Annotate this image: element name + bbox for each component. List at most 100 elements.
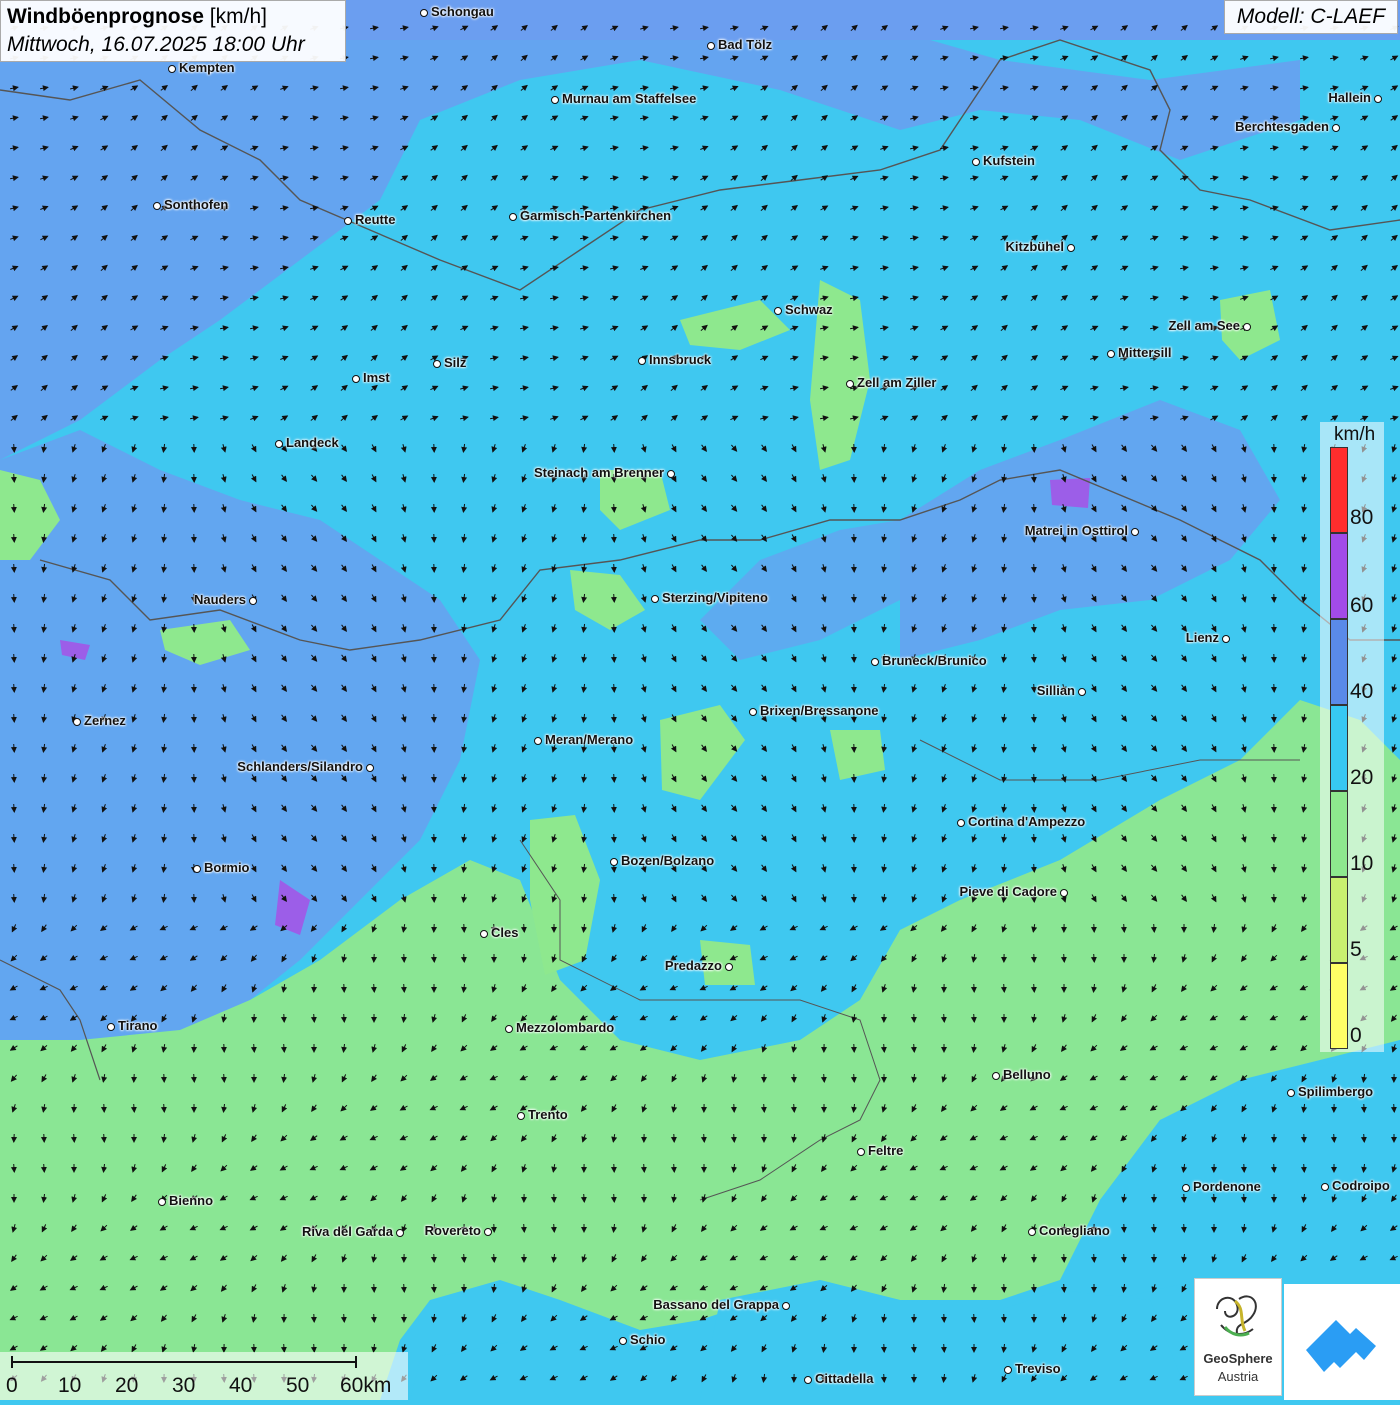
legend-bar-5	[1330, 877, 1348, 963]
city-label-schio: Schio	[630, 1332, 665, 1347]
wind-arrow	[1094, 954, 1095, 962]
city-marker-hallein	[1374, 95, 1382, 103]
scale-label-20: 20	[115, 1374, 138, 1398]
scale-label-10: 10	[58, 1374, 81, 1398]
city-label-garmisch-partenkirchen: Garmisch-Partenkirchen	[520, 208, 671, 223]
city-marker-schongau	[420, 9, 428, 17]
wind-arrow	[614, 804, 615, 812]
wind-arrow	[1004, 1314, 1005, 1322]
wind-arrow	[1214, 1194, 1215, 1202]
wind-arrow	[1394, 1104, 1395, 1112]
city-label-sterzing-vipiteno: Sterzing/Vipiteno	[662, 590, 768, 605]
legend-bar-0	[1330, 963, 1348, 1049]
city-marker-bassano-del-grappa	[782, 1302, 790, 1310]
wind-arrow	[1094, 1254, 1095, 1262]
legend-tick-10: 10	[1350, 852, 1373, 876]
city-label-schlanders-silandro: Schlanders/Silandro	[237, 759, 363, 774]
wind-arrow	[314, 1014, 315, 1022]
city-marker-meran-merano	[534, 737, 542, 745]
city-marker-conegliano	[1028, 1228, 1036, 1236]
city-label-sillian: Sillian	[1037, 683, 1075, 698]
city-label-treviso: Treviso	[1015, 1361, 1061, 1376]
scale-label-60km: 60km	[340, 1374, 391, 1398]
wind-arrow	[1034, 594, 1035, 602]
geosphere-emblem-icon	[1195, 1279, 1281, 1349]
wind-arrow	[614, 1194, 615, 1202]
wind-arrow	[44, 1164, 45, 1172]
city-marker-mezzolombardo	[505, 1025, 513, 1033]
wind-arrow	[404, 1284, 405, 1292]
city-marker-nauders	[249, 597, 257, 605]
city-marker-schlanders-silandro	[366, 764, 374, 772]
city-marker-feltre	[857, 1148, 865, 1156]
city-marker-cittadella	[804, 1376, 812, 1384]
city-label-zell-am-see: Zell am See	[1168, 318, 1240, 333]
city-marker-lienz	[1222, 635, 1230, 643]
wind-arrow	[524, 924, 525, 932]
city-marker-predazzo	[725, 963, 733, 971]
wind-arrow	[1154, 924, 1155, 932]
wind-arrow	[554, 1224, 555, 1232]
geosphere-logo[interactable]: GeoSphere Austria	[1194, 1278, 1282, 1396]
wind-arrow	[1034, 774, 1035, 782]
wind-arrow	[14, 474, 15, 482]
wind-arrow	[1034, 804, 1035, 812]
city-label-tirano: Tirano	[118, 1018, 158, 1033]
wind-arrow	[14, 534, 15, 542]
city-label-bad-t-lz: Bad Tölz	[718, 37, 772, 52]
wind-arrow	[1034, 504, 1035, 512]
wind-arrow	[614, 534, 615, 542]
city-label-bozen-bolzano: Bozen/Bolzano	[621, 853, 714, 868]
wind-arrow	[1034, 654, 1035, 662]
wind-arrow	[1274, 1164, 1275, 1172]
city-label-steinach-am-brenner: Steinach am Brenner	[534, 465, 664, 480]
wind-arrow	[284, 1344, 285, 1352]
wind-arrow	[524, 1224, 525, 1232]
legend-bar-80	[1330, 447, 1348, 533]
wind-arrow	[1004, 984, 1005, 992]
wind-arrow	[1304, 1164, 1305, 1172]
wind-arrow	[974, 1014, 975, 1022]
wind-arrow	[1034, 624, 1035, 632]
wind-arrow	[674, 1164, 675, 1172]
city-marker-pordenone	[1182, 1184, 1190, 1192]
cloud-mountain-icon	[1284, 1284, 1400, 1400]
city-marker-bruneck-brunico	[871, 658, 879, 666]
legend-tick-80: 80	[1350, 506, 1373, 530]
city-label-codroipo: Codroipo	[1332, 1178, 1390, 1193]
wind-arrow	[14, 804, 15, 812]
city-marker-berchtesgaden	[1332, 124, 1340, 132]
city-marker-sonthofen	[153, 202, 161, 210]
city-label-bormio: Bormio	[204, 860, 250, 875]
city-label-silz: Silz	[444, 355, 466, 370]
city-marker-belluno	[992, 1072, 1000, 1080]
city-marker-spilimbergo	[1287, 1089, 1295, 1097]
city-marker-matrei-in-osttirol	[1131, 528, 1139, 536]
city-marker-kitzb-hel	[1067, 244, 1075, 252]
wind-arrow	[1034, 714, 1035, 722]
wind-arrow	[314, 1344, 315, 1352]
city-marker-innsbruck	[638, 357, 646, 365]
wind-arrow	[944, 1014, 945, 1022]
city-marker-pieve-di-cadore	[1060, 889, 1068, 897]
city-label-cortina-d-ampezzo: Cortina d'Ampezzo	[968, 814, 1085, 829]
city-marker-steinach-am-brenner	[667, 470, 675, 478]
city-label-schongau: Schongau	[431, 4, 494, 19]
city-marker-garmisch-partenkirchen	[509, 213, 517, 221]
model-label: Modell: C-LAEF	[1224, 0, 1398, 34]
wind-arrow	[14, 444, 15, 452]
city-label-bassano-del-grappa: Bassano del Grappa	[653, 1297, 779, 1312]
wind-arrow	[1034, 474, 1035, 482]
city-label-bruneck-brunico: Bruneck/Brunico	[882, 653, 987, 668]
wind-arrow	[284, 1044, 285, 1052]
wind-arrow	[194, 1074, 195, 1082]
wind-arrow	[74, 1134, 75, 1142]
wind-arrow	[14, 744, 15, 752]
wind-arrow	[224, 1074, 225, 1082]
wind-arrow	[14, 684, 15, 692]
city-marker-murnau-am-staffelsee	[551, 96, 559, 104]
city-marker-riva-del-garda	[396, 1229, 404, 1237]
app-logo[interactable]	[1284, 1284, 1400, 1400]
legend-unit: km/h	[1334, 424, 1375, 446]
color-legend: km/h 80 60 40 20 10 5 0	[1320, 422, 1384, 1052]
